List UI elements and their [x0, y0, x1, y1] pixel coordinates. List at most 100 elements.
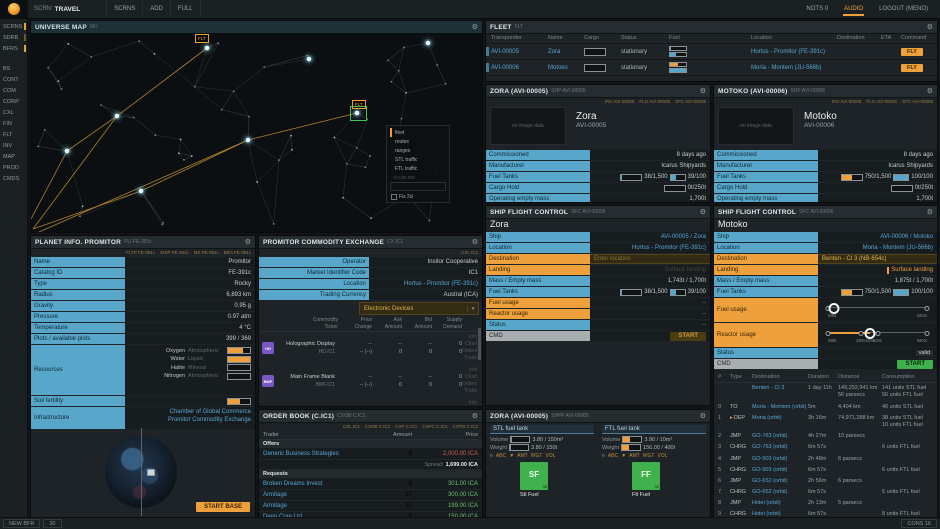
trader-link[interactable]: Broken Dreams Invest — [263, 481, 372, 487]
fly-button[interactable]: FLY — [901, 64, 923, 72]
sidebar-item-flt[interactable]: FLT — [0, 129, 27, 140]
flight-dest-link[interactable]: GO-763 (orbit) — [752, 433, 808, 440]
sidebar-item-fin[interactable]: FIN — [0, 118, 27, 129]
fleet-transponder-link[interactable]: AVI-00006 — [491, 65, 548, 71]
sidebar-item-bs[interactable]: BS — [0, 63, 27, 74]
context-link[interactable]: FLG AVI-00006 — [866, 99, 897, 104]
flight-dest-link[interactable]: Moria (orbit) — [752, 415, 808, 422]
context-link[interactable]: CXPC C.IC1 — [422, 424, 447, 429]
map-layer-toggle-ftl-traffic[interactable]: FTL traffic — [390, 164, 446, 173]
gear-icon[interactable]: ⚙ — [472, 24, 478, 31]
audio-button[interactable]: AUDIO — [836, 0, 871, 18]
start-button[interactable]: START — [897, 360, 933, 369]
flight-dest-link[interactable]: Moria - Montem (orbit) — [752, 404, 808, 411]
slider[interactable]: MIN33%42%50%MAX — [828, 324, 927, 346]
context-link[interactable]: SFC AVI-00005 — [675, 99, 706, 104]
sfc-location-link[interactable]: Moria - Montem (JU-566b) — [863, 245, 933, 251]
context-link[interactable]: BRA FE-391c — [224, 250, 251, 255]
slider-handle[interactable] — [864, 328, 875, 339]
sfc-location-link[interactable]: Hortus - Promitor (FE-391c) — [632, 245, 706, 251]
gear-icon[interactable]: ⚙ — [927, 88, 933, 95]
gear-icon[interactable]: ⚙ — [700, 209, 706, 216]
sidebar-item-prod[interactable]: PROD — [0, 162, 27, 173]
surface-landing-toggle[interactable]: Surface landing — [664, 267, 706, 273]
fleet-location-link[interactable]: Hortus - Promitor (FE-391c) — [751, 49, 837, 55]
fleet-name-link[interactable]: Zora — [548, 49, 584, 55]
context-link[interactable]: FLG AVI-00005 — [639, 99, 670, 104]
flight-dest-link[interactable]: GO-652 (orbit) — [752, 489, 808, 496]
context-link[interactable]: SFC AVI-00006 — [902, 99, 933, 104]
commodity-ticker-icon[interactable]: BMF — [262, 375, 274, 387]
sort-bar[interactable]: ≡ABC▼AMTWGTVOL — [490, 453, 594, 459]
commodity-ticker-icon[interactable]: HD — [262, 342, 274, 354]
gear-icon[interactable]: ⚙ — [700, 88, 706, 95]
cx-location-link[interactable]: Hortus - Promitor (FE-391c) — [404, 281, 478, 287]
context-link[interactable]: CXL IC1 — [343, 424, 360, 429]
fix-2d-toggle[interactable]: Fix 2d — [390, 194, 446, 200]
map-layer-toggle-stl-traffic[interactable]: STL traffic — [390, 155, 446, 164]
context-link[interactable]: INV AVI-00005 — [605, 99, 634, 104]
destination-input[interactable]: Benten - CI 3 (NB-654c) — [822, 256, 886, 262]
gear-icon[interactable]: ⚙ — [472, 239, 478, 246]
sfc-ship-link[interactable]: AVI-00005 / Zora — [661, 234, 706, 240]
flight-dest-link[interactable]: GO-903 (orbit) — [752, 467, 808, 474]
sidebar-item-bfrs[interactable]: BFRS — [0, 43, 27, 54]
flight-dest-link[interactable]: GO-763 (orbit) — [752, 444, 808, 451]
infrastructure-link[interactable]: Chamber of Global Commerce — [170, 409, 251, 415]
fleet-transponder-link[interactable]: AVI-00005 — [491, 49, 548, 55]
fuel-item-tile[interactable]: SF38 — [520, 462, 548, 490]
notifications-button[interactable]: NOTS 0 — [798, 0, 836, 18]
context-link[interactable]: CXOB C.IC1 — [365, 424, 391, 429]
context-link[interactable]: FLTP FE-391c — [126, 250, 155, 255]
sidebar-item-com[interactable]: COM — [0, 85, 27, 96]
destination-input[interactable]: Enter location — [594, 256, 631, 262]
sort-bar[interactable]: ≡ABC▼AMTWGTVOL — [602, 453, 706, 459]
logout-button[interactable]: LOGOUT (MENO) — [871, 0, 936, 18]
sidebar-item-cmds[interactable]: CMDS — [0, 173, 27, 184]
map-search-input[interactable] — [390, 182, 446, 191]
surface-landing-toggle[interactable]: Surface landing — [887, 267, 933, 274]
context-link[interactable]: MS FE-391c — [194, 250, 219, 255]
context-link[interactable]: SHIP FE-391c — [160, 250, 189, 255]
sidebar-item-sdrb[interactable]: SDRB — [0, 32, 27, 43]
sidebar-item-cxl[interactable]: CXL — [0, 107, 27, 118]
gear-icon[interactable]: ⚙ — [700, 413, 706, 420]
map-layer-toggle-routes[interactable]: routes — [390, 137, 446, 146]
fleet-location-link[interactable]: Moria - Montem (JU-566b) — [751, 65, 837, 71]
sfc-ship-link[interactable]: AVI-00006 / Motoko — [880, 234, 933, 240]
context-link[interactable]: CXPO C.IC1 — [452, 424, 478, 429]
fleet-map-tag[interactable]: FLT — [195, 34, 209, 43]
planet-globe[interactable] — [105, 436, 177, 508]
gear-icon[interactable]: ⚙ — [472, 413, 478, 420]
context-link[interactable]: CXL IC1 — [461, 250, 478, 255]
flight-dest-link[interactable]: GO-903 (orbit) — [752, 456, 808, 463]
topbar-button-scrns[interactable]: SCRNS — [106, 0, 142, 18]
flight-dest-link[interactable]: Benten - CI 3 — [752, 385, 808, 392]
universe-map[interactable]: FLTFLTfleetroutesrangesSTL trafficFTL tr… — [31, 33, 482, 232]
app-logo-icon[interactable] — [0, 0, 28, 18]
flight-dest-link[interactable]: GO-652 (orbit) — [752, 478, 808, 485]
map-layer-toggle-fleet[interactable]: fleet — [390, 128, 446, 137]
topbar-button-add[interactable]: ADD — [142, 0, 170, 18]
gear-icon[interactable]: ⚙ — [927, 24, 933, 31]
fleet-name-link[interactable]: Motoko — [548, 65, 584, 71]
console-button[interactable]: CONS 16 — [901, 519, 937, 528]
slider-handle[interactable] — [828, 303, 839, 314]
fuel-item-tile[interactable]: FF39 — [632, 462, 660, 490]
context-link[interactable]: CXP C.IC1 — [395, 424, 417, 429]
start-base-button[interactable]: START BASE — [196, 502, 250, 512]
trader-link[interactable]: Armitage — [263, 503, 372, 509]
flight-dest-link[interactable]: Hotei (orbit) — [752, 500, 808, 507]
new-buffer-button[interactable]: NEW BFR — [3, 519, 40, 528]
trader-link[interactable]: Generic Business Strategies — [263, 451, 372, 457]
gear-icon[interactable]: ⚙ — [245, 239, 251, 246]
gear-icon[interactable]: ⚙ — [927, 209, 933, 216]
fly-button[interactable]: FLY — [901, 48, 923, 56]
map-layer-toggle-ranges[interactable]: ranges — [390, 146, 446, 155]
sidebar-item-inv[interactable]: INV — [0, 140, 27, 151]
context-link[interactable]: INV AVI-00006 — [832, 99, 861, 104]
infrastructure-link[interactable]: Promitor Commodity Exchange — [168, 417, 251, 423]
sidebar-item-map[interactable]: MAP — [0, 151, 27, 162]
start-button[interactable]: START — [670, 332, 706, 341]
sidebar-item-corp[interactable]: CORP — [0, 96, 27, 107]
